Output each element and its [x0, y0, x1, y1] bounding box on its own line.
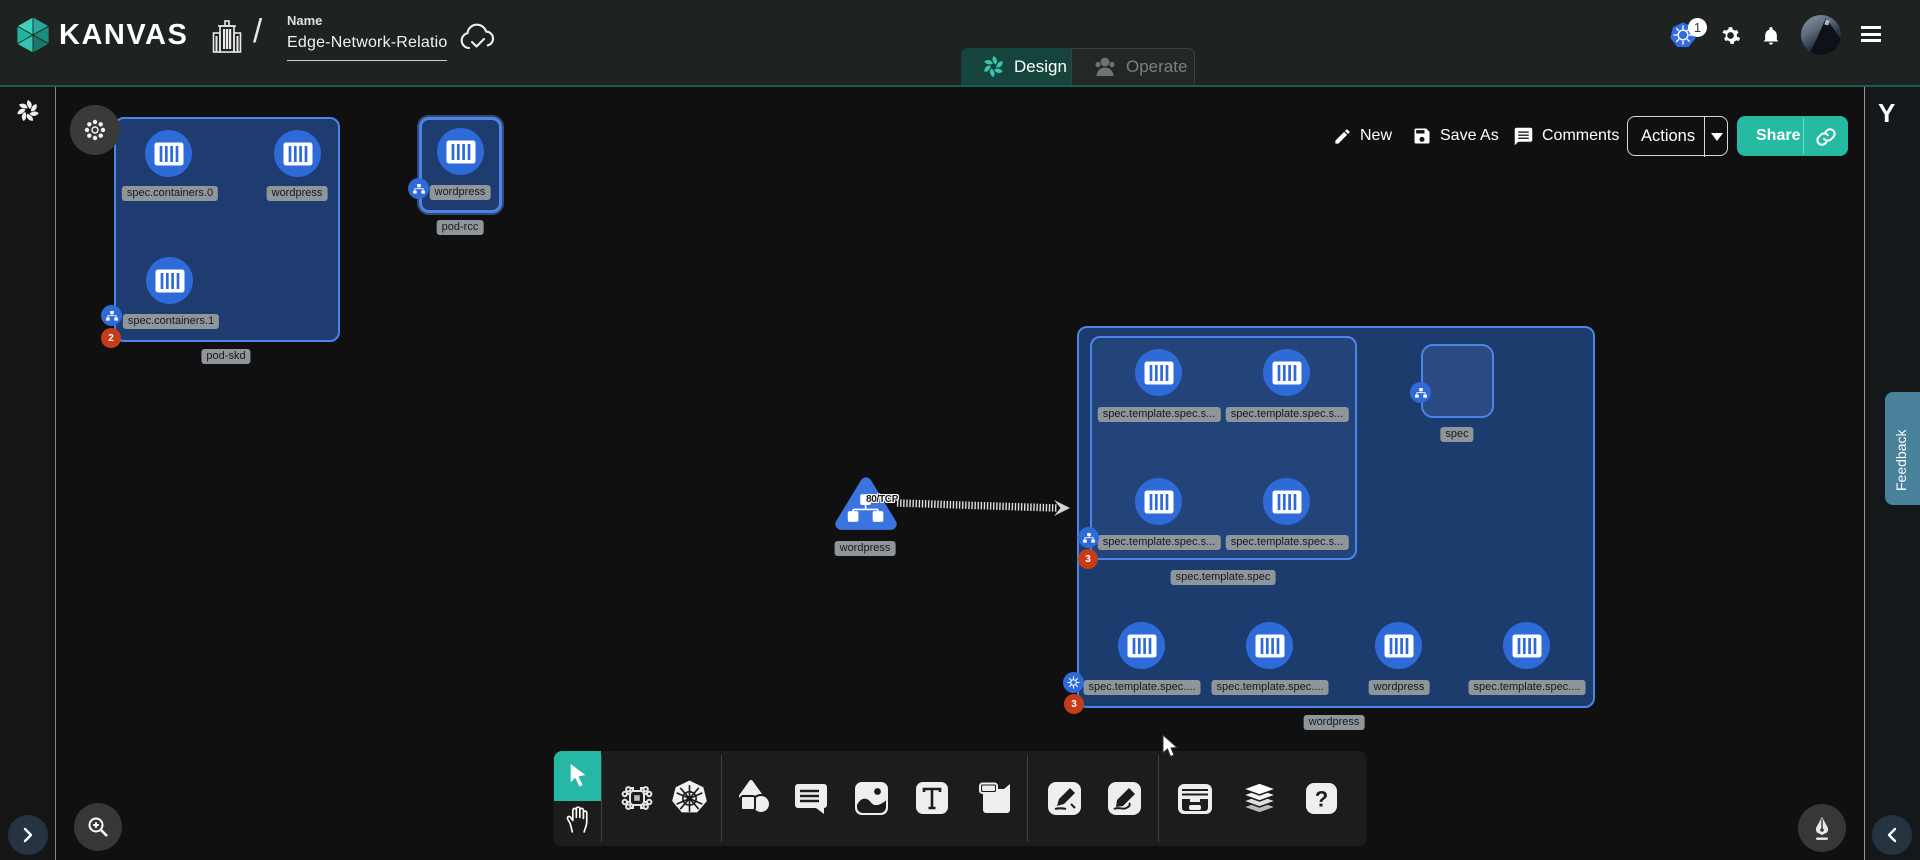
svg-text:?: ?: [1315, 787, 1328, 812]
